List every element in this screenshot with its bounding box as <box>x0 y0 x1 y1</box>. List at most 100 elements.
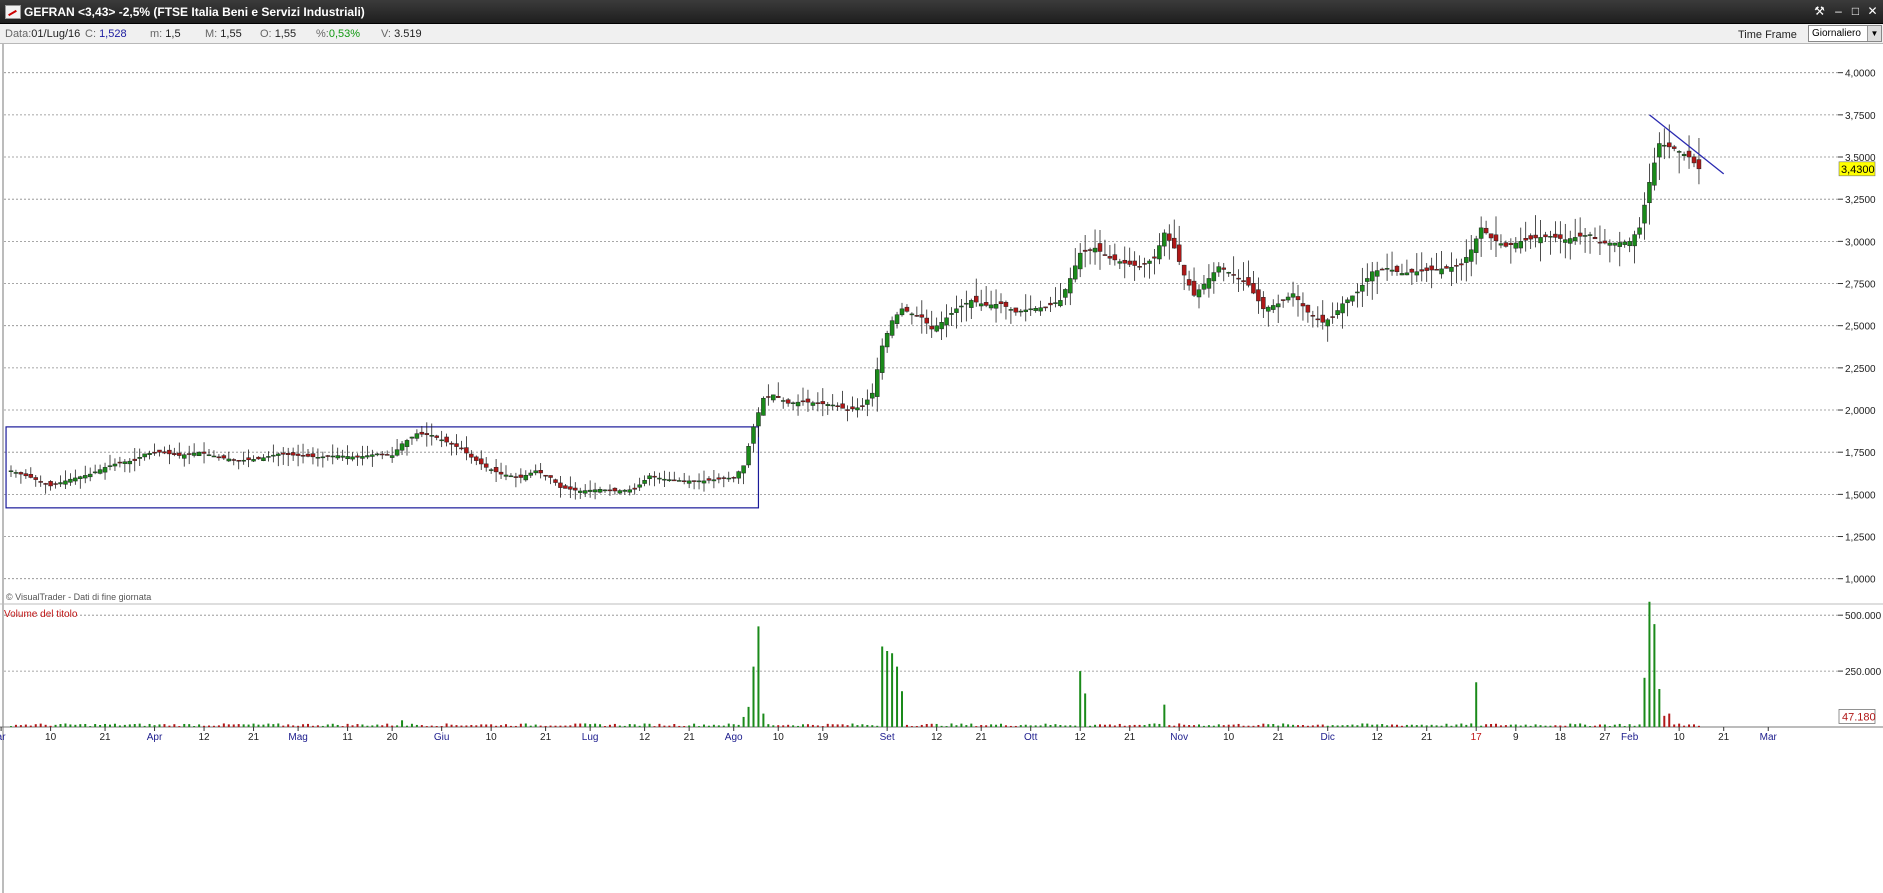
candle-body <box>1365 278 1370 282</box>
candle-body <box>1206 278 1212 289</box>
last-volume-marker: 47.180 <box>1838 709 1876 724</box>
candle-body <box>375 453 380 456</box>
tools-icon[interactable]: ⚒ <box>1812 4 1827 19</box>
candle-body <box>711 479 717 482</box>
time-tick-label: 27 <box>1599 732 1611 743</box>
candle-body <box>1176 244 1182 262</box>
candle-body <box>949 313 954 315</box>
candle-body <box>835 405 840 407</box>
candle-body <box>1384 268 1390 270</box>
candle-body <box>825 404 830 406</box>
candle-body <box>1325 319 1330 327</box>
close-icon[interactable]: ✕ <box>1865 4 1880 19</box>
candle-body <box>1543 234 1548 238</box>
candle-body <box>632 487 637 490</box>
restore-icon[interactable]: □ <box>1848 4 1863 19</box>
time-tick-label: Feb <box>1621 732 1639 743</box>
candle-body <box>221 455 227 459</box>
info-volume: V: 3.519 <box>381 28 422 40</box>
candle-body <box>736 471 741 479</box>
candle-body <box>1038 307 1043 312</box>
consolidation-box[interactable] <box>5 426 760 509</box>
candle-body <box>1602 240 1608 244</box>
candle-body <box>959 305 964 308</box>
candle-body <box>1439 268 1444 275</box>
candle-body <box>1607 242 1613 246</box>
candle-body <box>1290 293 1296 298</box>
candle-body <box>751 426 756 444</box>
candle-body <box>602 489 608 492</box>
time-tick-label: 21 <box>1124 732 1136 743</box>
price-tick-label: 2,5000 <box>1845 322 1876 333</box>
candle-body <box>201 451 207 454</box>
candle-body <box>919 314 925 318</box>
time-tick-label: Nov <box>1170 732 1188 743</box>
timeframe-select[interactable]: Giornaliero ▼ <box>1808 25 1882 42</box>
price-chart[interactable]: 1,0000 1,2500 1,5000 1,7500 2,0000 2,2500 2,50… <box>0 44 1883 893</box>
candle-body <box>137 457 142 459</box>
candle-body <box>1419 269 1424 272</box>
candle-body <box>761 397 766 416</box>
candle-body <box>464 447 469 454</box>
price-tick-label: 2,7500 <box>1845 280 1876 291</box>
candle-body <box>924 317 929 324</box>
candle-body <box>1548 236 1553 238</box>
candle-body <box>1201 283 1207 290</box>
candle-body <box>830 404 835 407</box>
candle-body <box>1003 301 1009 307</box>
candle-body <box>1627 241 1632 247</box>
candle-body <box>870 392 875 399</box>
time-tick-label: Mar <box>1760 732 1778 743</box>
candle-body <box>568 486 573 490</box>
candle-body <box>1488 233 1494 239</box>
candle-body <box>1374 270 1380 277</box>
candle-body <box>1632 234 1637 247</box>
candle-body <box>1295 296 1301 301</box>
candle-body <box>1196 289 1202 298</box>
candle-body <box>706 478 712 481</box>
candle-body <box>726 477 731 480</box>
time-tick-label: 12 <box>198 732 210 743</box>
dropdown-arrow-icon[interactable]: ▼ <box>1867 26 1881 41</box>
candle-body <box>805 398 811 403</box>
candle-body <box>310 453 316 458</box>
candle-body <box>370 454 375 457</box>
candle-body <box>256 456 261 460</box>
candle-body <box>1459 263 1464 266</box>
candle-body <box>1563 239 1568 243</box>
minimize-icon[interactable]: – <box>1831 4 1846 19</box>
candle-body <box>325 455 331 457</box>
candle-body <box>434 435 439 438</box>
candle-body <box>13 472 19 474</box>
candle-body <box>1048 302 1053 306</box>
time-tick-label: 10 <box>1223 732 1235 743</box>
candle-body <box>1127 260 1132 265</box>
time-tick-label: 10 <box>45 732 57 743</box>
time-tick-label: 12 <box>639 732 651 743</box>
candle-body <box>716 477 722 480</box>
info-min: m: 1,5 <box>150 28 181 40</box>
quote-info-bar: Data:01/Lug/16 C: 1,528 m: 1,5 M: 1,55 O… <box>0 24 1883 44</box>
candle-body <box>879 345 885 373</box>
candle-body <box>132 458 137 461</box>
candle-body <box>637 484 642 488</box>
time-tick-label: 10 <box>486 732 498 743</box>
candle-body <box>1449 266 1454 272</box>
candle-body <box>582 490 588 494</box>
candle-body <box>498 471 504 475</box>
candle-body <box>607 489 613 492</box>
candle-body <box>845 409 850 411</box>
candle-body <box>196 451 202 457</box>
candle-body <box>1523 238 1528 241</box>
time-tick-label: 21 <box>684 732 696 743</box>
candle-body <box>815 402 821 404</box>
candle-body <box>1429 265 1434 271</box>
candle-body <box>1008 309 1014 311</box>
candle-body <box>983 302 989 306</box>
candle-body <box>1142 263 1147 265</box>
candle-body <box>1399 273 1405 276</box>
candle-body <box>1617 242 1622 247</box>
time-tick-label: Lug <box>582 732 599 743</box>
candle-body <box>1112 254 1118 261</box>
candle-body <box>899 308 905 316</box>
